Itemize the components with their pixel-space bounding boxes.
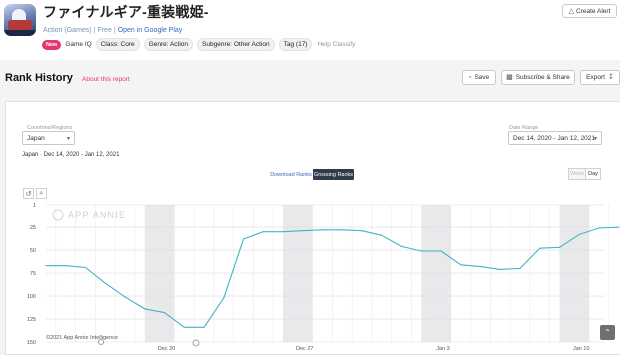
y-tick-label: 125	[27, 317, 36, 323]
chevron-down-icon: ▼	[593, 136, 598, 142]
save-button[interactable]: ▫ Save	[462, 70, 496, 85]
watermark-logo-icon	[52, 209, 64, 221]
data-point	[440, 250, 442, 252]
chart-credit: ©2021 App Annie Intelligence	[46, 334, 118, 341]
data-point	[302, 230, 304, 232]
x-axis: Dec 20 Dec 27 Jan 3 Jan 10	[158, 346, 590, 352]
data-point	[420, 250, 422, 252]
create-alert-button[interactable]: △ Create Alert	[562, 4, 617, 18]
bell-icon: △	[568, 7, 575, 15]
section-title: Rank History	[5, 72, 73, 84]
data-point	[262, 231, 264, 233]
new-badge: New	[42, 39, 62, 50]
data-point	[45, 265, 47, 267]
range-handle-left[interactable]	[98, 339, 104, 345]
about-report-link[interactable]: About this report	[82, 76, 130, 83]
data-point	[84, 266, 87, 269]
help-classify-link[interactable]: Help Classify	[317, 41, 355, 48]
x-tick-label: Jan 10	[573, 346, 590, 352]
tag-count[interactable]: Tag (17)	[278, 38, 313, 51]
data-point	[479, 266, 482, 268]
data-point	[144, 308, 146, 310]
period-day[interactable]: Day	[585, 168, 601, 180]
x-tick-label: Dec 27	[296, 346, 313, 352]
y-tick-label: 100	[27, 294, 36, 300]
tag-class[interactable]: Class: Core	[95, 38, 140, 51]
create-alert-label: Create Alert	[576, 7, 611, 15]
chevron-up-icon: ⌃	[604, 328, 611, 337]
app-header: ファイナルギア-重装戦姫- Action (Games) | Free | Open i…	[0, 0, 620, 60]
grossing-ranks-toggle[interactable]: Grossing Ranks	[313, 169, 354, 180]
game-iq-label: Game IQ	[65, 41, 92, 48]
chevron-down-icon: ▼	[66, 136, 71, 142]
y-tick-label: 75	[30, 271, 36, 277]
app-meta: Action (Games) | Free | Open in Google Play	[43, 27, 183, 34]
rank-chart[interactable]: APP ANNIE 1255075100125150 Dec 20 Dec 27 J…	[0, 195, 620, 355]
export-button[interactable]: Export ↧	[580, 70, 620, 85]
save-label: Save	[474, 74, 490, 81]
data-point	[499, 268, 501, 270]
data-point	[539, 247, 541, 249]
x-tick-label: Dec 20	[158, 346, 175, 352]
date-range-select[interactable]: Dec 14, 2020 - Jan 12, 2021 ▼	[508, 131, 602, 145]
subscribe-share-label: Subscribe & Share	[515, 74, 570, 81]
data-point	[203, 326, 205, 328]
country-select[interactable]: Japan ▼	[22, 131, 75, 145]
subscribe-share-button[interactable]: ▩ Subscribe & Share	[501, 70, 575, 85]
data-point	[183, 326, 185, 328]
weekend-band-0	[144, 205, 175, 342]
period-week[interactable]: Week	[568, 168, 586, 180]
data-point	[400, 245, 403, 247]
app-icon[interactable]	[4, 4, 36, 36]
download-ranks-toggle[interactable]: Download Ranks	[270, 169, 312, 180]
date-summary: Japan · Dec 14, 2020 - Jan 12, 2021	[22, 152, 120, 158]
data-point	[242, 238, 245, 240]
app-title: ファイナルギア-重装戦姫-	[43, 4, 209, 20]
tag-genre[interactable]: Genre: Action	[143, 38, 194, 51]
watermark-text: APP ANNIE	[68, 210, 126, 220]
data-point	[223, 297, 225, 299]
country-value: Japan	[27, 134, 45, 142]
tag-row: New Game IQ Class: Core Genre: Action Su…	[42, 38, 355, 51]
data-point	[104, 282, 106, 284]
y-axis: 1255075100125150	[27, 203, 36, 346]
data-point	[282, 231, 284, 233]
data-point	[65, 265, 67, 267]
app-category[interactable]: Action (Games)	[43, 27, 92, 34]
grid-lines	[46, 204, 610, 343]
y-tick-label: 25	[30, 225, 36, 231]
weekend-bands	[144, 205, 590, 342]
data-point	[163, 311, 166, 314]
x-tick-label: Jan 3	[436, 346, 449, 352]
bookmark-icon: ▫	[468, 74, 472, 81]
data-point	[618, 226, 620, 228]
y-tick-label: 150	[27, 340, 36, 346]
export-label: Export	[586, 74, 605, 81]
tag-subgenre[interactable]: Subgenre: Other Action	[197, 38, 275, 51]
weekend-band-3	[559, 205, 590, 342]
data-point	[519, 267, 521, 270]
data-point	[321, 229, 324, 231]
data-point	[341, 229, 343, 231]
data-point	[124, 296, 126, 298]
data-point	[578, 233, 580, 236]
data-point	[361, 230, 363, 232]
google-play-link[interactable]: Open in Google Play	[118, 27, 183, 34]
app-price: Free	[97, 27, 112, 34]
range-handle-right[interactable]	[192, 339, 200, 347]
share-icon: ▩	[506, 74, 513, 81]
weekend-band-2	[421, 205, 451, 342]
watermark: APP ANNIE	[52, 209, 126, 221]
scroll-to-top-button[interactable]: ⌃	[600, 325, 615, 340]
data-point	[460, 264, 462, 266]
y-tick-label: 1	[33, 203, 36, 209]
data-point	[381, 234, 383, 236]
data-point	[598, 227, 600, 229]
date-range-value: Dec 14, 2020 - Jan 12, 2021	[513, 134, 596, 142]
weekend-band-1	[283, 205, 313, 342]
data-point	[558, 246, 561, 248]
download-icon: ↧	[607, 74, 614, 81]
y-tick-label: 50	[30, 248, 36, 254]
